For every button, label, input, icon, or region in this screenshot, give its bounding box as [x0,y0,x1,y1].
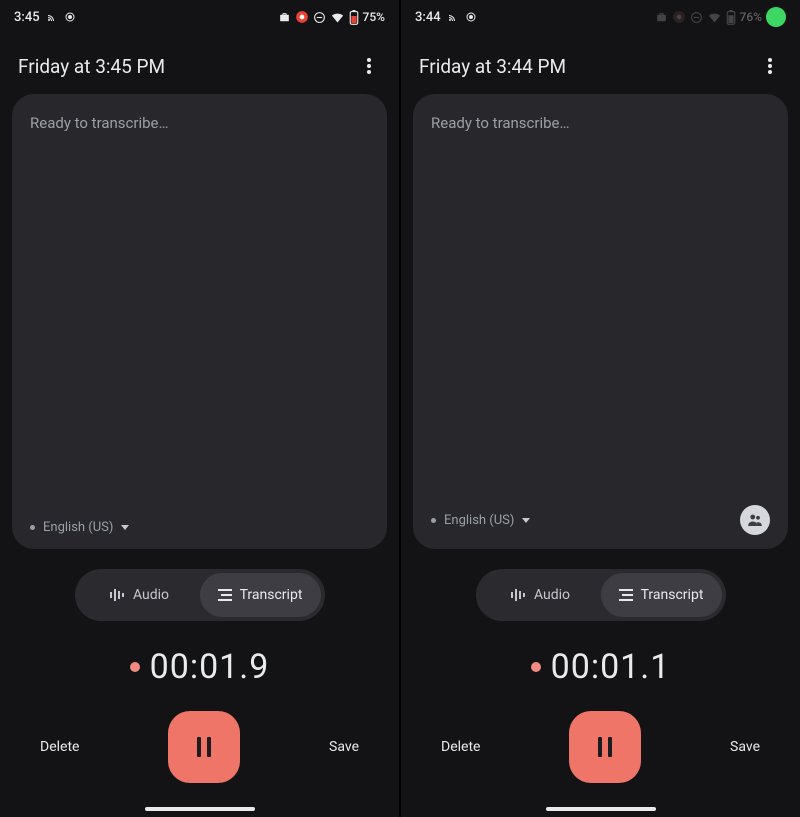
status-right: 76% [655,10,762,25]
tab-transcript-label: Transcript [240,587,303,603]
phone-screen-right: 3:44 76% [401,0,800,817]
status-bar: 3:44 76% [401,0,800,34]
timer-row: 00:01.1 [401,647,800,687]
tab-transcript-label: Transcript [641,587,704,603]
recording-indicator-icon [130,662,140,672]
list-icon [619,589,633,601]
battery-percent: 75% [363,10,385,24]
tab-transcript[interactable]: Transcript [601,573,722,617]
status-bar: 3:45 75% [0,0,399,34]
pause-icon [197,737,211,757]
target-icon [64,11,76,23]
battery-icon [349,10,359,25]
cast-icon [447,11,459,23]
tab-transcript[interactable]: Transcript [200,573,321,617]
record-status-icon [295,10,309,24]
language-selector[interactable]: English (US) [431,513,530,528]
target-icon [465,11,477,23]
save-button[interactable]: Save [730,739,760,755]
wifi-icon [330,10,345,25]
record-status-icon [672,10,686,24]
more-vert-icon [768,58,772,74]
transcript-card: Ready to transcribe… English (US) [413,94,788,549]
language-label: English (US) [444,513,514,528]
pause-button[interactable] [569,711,641,783]
tab-audio[interactable]: Audio [480,573,601,617]
waveform-icon [109,588,125,602]
waveform-icon [510,588,526,602]
battery-icon [726,10,736,25]
view-tabs: Audio Transcript [75,569,325,621]
tab-audio-label: Audio [534,587,570,603]
list-icon [218,589,232,601]
save-button[interactable]: Save [329,739,359,755]
chevron-down-icon [522,518,530,523]
language-selector[interactable]: English (US) [30,520,129,535]
transcript-placeholder: Ready to transcribe… [30,114,369,132]
cast-icon [46,11,58,23]
view-tabs: Audio Transcript [476,569,726,621]
status-time: 3:45 [14,10,40,25]
pause-button[interactable] [168,711,240,783]
briefcase-icon [655,11,668,24]
delete-button[interactable]: Delete [441,739,480,755]
more-options-button[interactable] [357,54,381,78]
transcript-placeholder: Ready to transcribe… [431,114,770,132]
language-label: English (US) [43,520,113,535]
people-icon [746,511,764,529]
recording-indicator-icon [531,662,541,672]
nav-handle[interactable] [145,807,255,811]
briefcase-icon [278,11,291,24]
wifi-icon [707,10,722,25]
dnd-icon [690,11,703,24]
speakers-button[interactable] [740,505,770,535]
nav-handle[interactable] [546,807,656,811]
battery-percent: 76% [740,10,762,24]
more-vert-icon [367,58,371,74]
timer-row: 00:01.9 [0,647,399,687]
bullet-icon [30,525,35,530]
tab-audio-label: Audio [133,587,169,603]
phone-screen-left: 3:45 75% [0,0,399,817]
privacy-indicator [766,7,786,27]
page-title: Friday at 3:44 PM [419,55,566,78]
transcript-card: Ready to transcribe… English (US) [12,94,387,549]
page-title: Friday at 3:45 PM [18,55,165,78]
status-right: 75% [278,10,385,25]
timer-value: 00:01.1 [551,647,671,687]
chevron-down-icon [121,525,129,530]
pause-icon [598,737,612,757]
bullet-icon [431,518,436,523]
status-time: 3:44 [415,10,441,25]
timer-value: 00:01.9 [150,647,270,687]
more-options-button[interactable] [758,54,782,78]
delete-button[interactable]: Delete [40,739,79,755]
tab-audio[interactable]: Audio [79,573,200,617]
dnd-icon [313,11,326,24]
